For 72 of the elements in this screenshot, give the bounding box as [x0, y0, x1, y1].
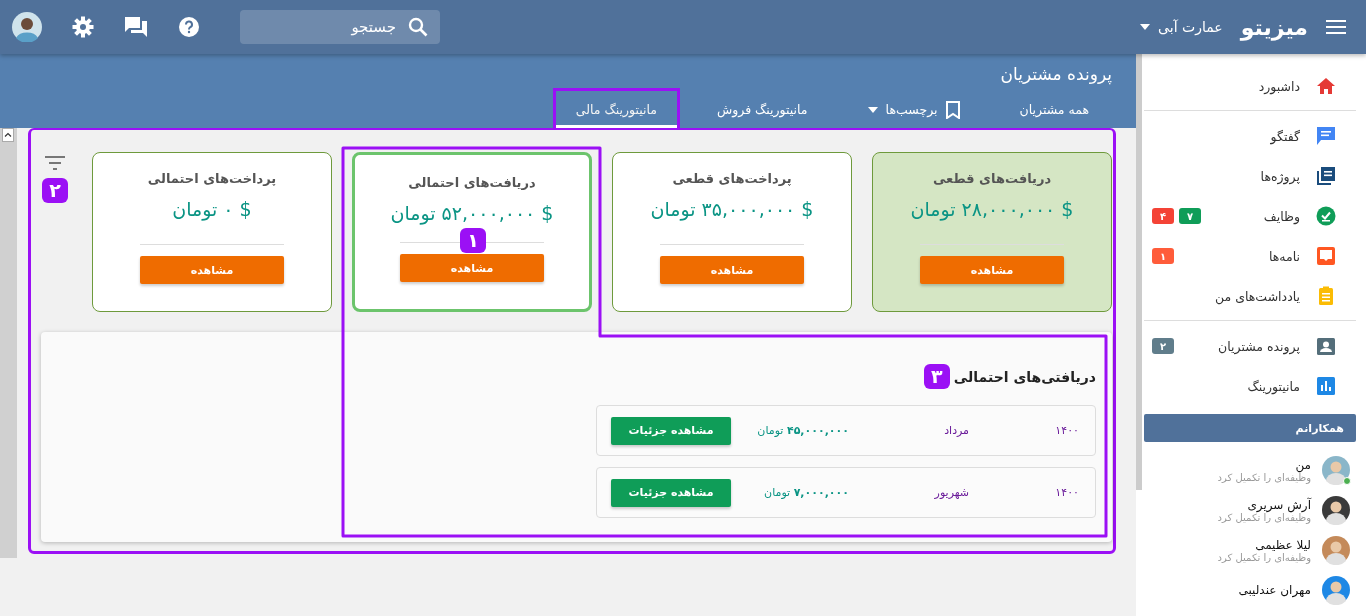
nav-item[interactable]: پروژه‌ها [1144, 156, 1356, 196]
card-amount: $ ۲۸,۰۰۰,۰۰۰ تومان [910, 198, 1074, 220]
colleague-name: لیلا عظیمی [1254, 537, 1311, 552]
contact-card-icon [1316, 336, 1336, 356]
nav-item[interactable]: گفتگو [1144, 116, 1356, 156]
bar-chart-icon [1316, 376, 1336, 396]
caret-icon [1140, 24, 1151, 30]
colleague-name: من [1295, 457, 1311, 472]
clipboard-icon [1316, 286, 1336, 306]
inbox-icon [1316, 246, 1336, 266]
card-title: دریافت‌های احتمالی [408, 175, 536, 190]
card-title: دریافت‌های قطعی [932, 171, 1052, 186]
chat-icon[interactable] [124, 16, 148, 38]
nav-item[interactable]: مانیتورینگ [1144, 366, 1356, 406]
nav-item[interactable]: وظایف ۷ ۴ [1144, 196, 1356, 236]
card-title: پرداخت‌های قطعی [672, 171, 792, 186]
colleague-item[interactable]: آرش سریری وظیفه‌ای را تکمیل کرد [1144, 490, 1356, 530]
nav-item[interactable]: پرونده مشتریان ۲ [1144, 326, 1356, 366]
amount-text: ۴۵,۰۰۰,۰۰۰ تومان [757, 424, 849, 437]
colleague-name: مهران عندلیبی [1238, 583, 1311, 597]
page-title: پرونده مشتریان [999, 64, 1112, 87]
colleague-item[interactable]: مهران عندلیبی [1144, 570, 1356, 610]
caret-icon [867, 106, 878, 113]
amount-text: ۷,۰۰۰,۰۰۰ تومان [764, 486, 849, 499]
help-icon[interactable] [178, 16, 200, 38]
nav-item[interactable]: یادداشت‌های من [1144, 276, 1356, 316]
month-text: مرداد [943, 424, 969, 437]
annotation-marker: ۲ [42, 178, 68, 203]
colleague-status: وظیفه‌ای را تکمیل کرد [1217, 551, 1311, 563]
chat-icon [1316, 126, 1336, 146]
user-avatar[interactable] [12, 12, 42, 42]
scrollbar[interactable] [0, 128, 17, 558]
colleagues-header: همکارانم [1144, 414, 1356, 442]
bookmark-icon [945, 100, 960, 119]
menu-icon[interactable] [1326, 19, 1346, 35]
card-amount: $ ۰ تومان [172, 198, 252, 220]
count-badge: ۱ [1152, 248, 1174, 264]
annotation-marker: ۳ [923, 364, 950, 389]
details-button[interactable]: مشاهده جزئیات [611, 416, 731, 445]
filter-icon[interactable] [45, 156, 65, 170]
colleague-status: وظیفه‌ای را تکمیل کرد [1217, 511, 1311, 523]
colleague-item[interactable]: من وظیفه‌ای را تکمیل کرد [1144, 450, 1356, 490]
year-text: ۱۴۰۰ [1054, 424, 1079, 437]
details-button[interactable]: مشاهده جزئیات [611, 478, 731, 507]
search-icon[interactable] [408, 17, 428, 37]
workspace-dropdown[interactable]: عمارت آبی [1140, 19, 1223, 35]
tab[interactable]: مانیتورینگ فروش [693, 88, 831, 128]
check-circle-icon [1316, 206, 1336, 226]
nav-item[interactable]: داشبورد [1144, 66, 1356, 106]
colleague-item[interactable]: لیلا عظیمی وظیفه‌ای را تکمیل کرد [1144, 530, 1356, 570]
month-text: شهریور [933, 486, 969, 499]
settings-icon[interactable] [72, 16, 94, 38]
tab[interactable]: همه مشتریان [996, 88, 1112, 128]
count-badge: ۷ [1179, 208, 1201, 224]
scrollbar[interactable] [1136, 54, 1142, 490]
card-amount: $ ۵۲,۰۰۰,۰۰۰ تومان [390, 202, 554, 224]
colleague-status: وظیفه‌ای را تکمیل کرد [1217, 471, 1311, 483]
home-icon [1316, 76, 1336, 96]
colleague-name: آرش سریری [1247, 497, 1311, 512]
count-badge: ۴ [1152, 208, 1174, 224]
tab[interactable]: مانیتورینگ مالی [552, 88, 680, 128]
scroll-up-icon[interactable] [2, 128, 14, 142]
tab[interactable]: برچسب‌ها [844, 88, 983, 128]
card-amount: $ ۳۵,۰۰۰,۰۰۰ تومان [650, 198, 814, 220]
panel-title: دریافتی‌های احتمالی [953, 368, 1096, 385]
count-badge: ۲ [1152, 338, 1174, 354]
year-text: ۱۴۰۰ [1054, 486, 1079, 499]
card-title: پرداخت‌های احتمالی [147, 171, 277, 186]
document-stack-icon [1316, 166, 1336, 186]
annotation-marker: ۱ [460, 228, 486, 253]
nav-item[interactable]: نامه‌ها ۱ [1144, 236, 1356, 276]
app-logo[interactable]: میزیتو [1240, 14, 1308, 40]
